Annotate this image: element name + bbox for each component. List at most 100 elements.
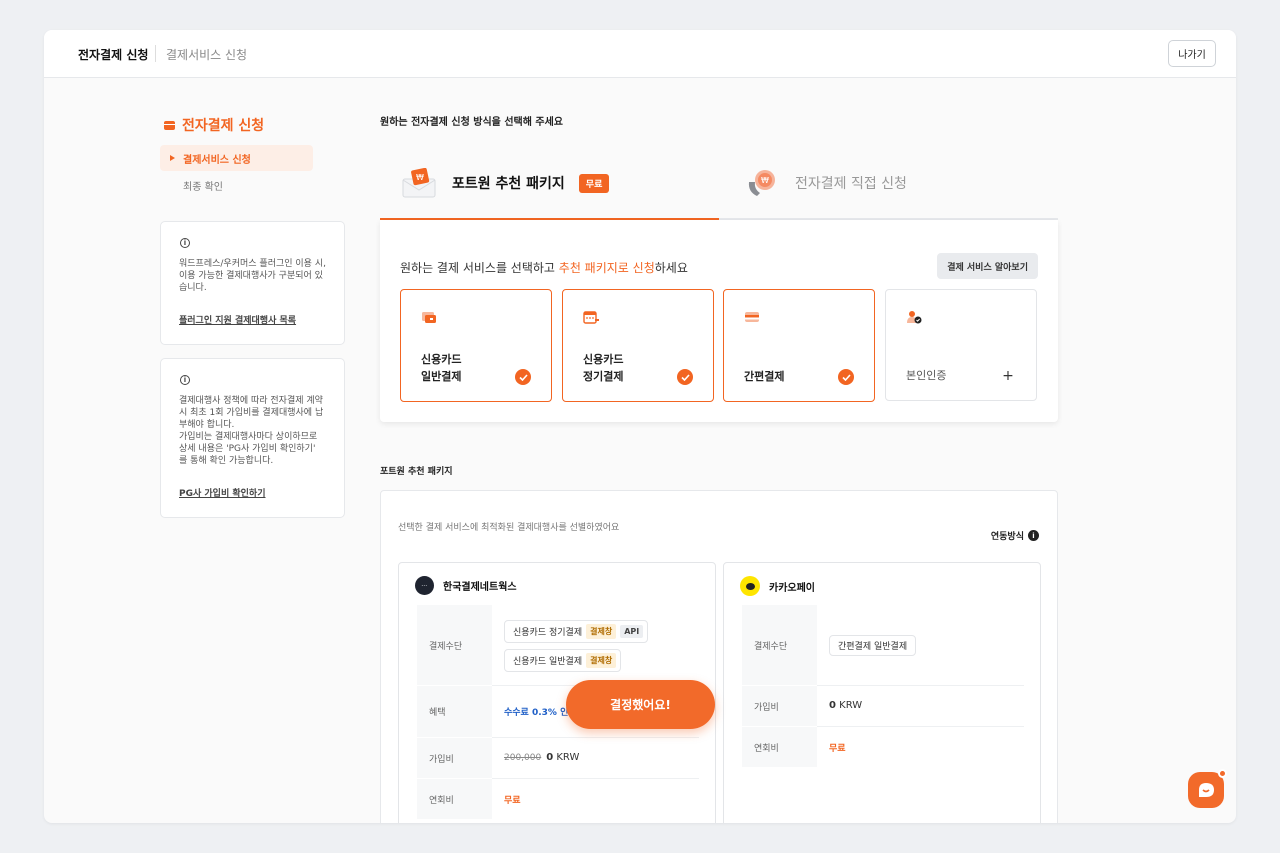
- row-divider: [817, 685, 1024, 686]
- tag-checkout-window: 결제창: [586, 624, 617, 639]
- svg-text:₩: ₩: [416, 173, 424, 182]
- service-line-2: 정기결제: [583, 370, 624, 383]
- annual-fee-value: 무료: [829, 744, 846, 754]
- sidebar-item-service-apply[interactable]: 결제서비스 신청: [160, 145, 313, 171]
- kakao-logo-icon: [740, 576, 760, 596]
- tab-label: 포트원 추천 패키지: [452, 176, 565, 192]
- pg-name: 카카오페이: [769, 582, 815, 594]
- method-name: 신용카드 정기결제: [513, 628, 583, 638]
- service-card-identity-verification[interactable]: 본인인증 +: [885, 289, 1037, 401]
- service-line-2: 일반결제: [421, 370, 462, 383]
- method-name: 간편결제 일반결제: [838, 642, 908, 652]
- tab-direct-apply[interactable]: ₩ 전자결제 직접 신청: [719, 148, 1058, 220]
- method-name: 신용카드 일반결제: [513, 657, 583, 667]
- kg-logo-icon: ···: [415, 576, 434, 595]
- exit-button[interactable]: 나가기: [1168, 40, 1216, 67]
- row-label-method: 결제수단: [417, 605, 492, 685]
- sidebar-heading-label: 전자결제 신청: [182, 118, 265, 134]
- wallet-icon: [745, 312, 759, 322]
- pg-fee-link[interactable]: PG사 가입비 확인하기: [179, 486, 326, 499]
- notification-dot: [1218, 769, 1227, 778]
- tag-checkout-window: 결제창: [586, 653, 617, 668]
- row-label-benefit: 혜택: [417, 686, 492, 737]
- pg-card-header: ··· 한국결제네트웍스: [415, 576, 517, 595]
- fee-original: 200,000: [504, 753, 542, 763]
- service-line-2: 간편결제: [744, 370, 785, 383]
- package-panel: 선택한 결제 서비스에 최적화된 결제대행사를 선별하였어요 연동방식 i ··…: [380, 490, 1058, 823]
- link-mode-info[interactable]: 연동방식 i: [991, 529, 1039, 542]
- method-chips: 간편결제 일반결제: [829, 634, 917, 656]
- service-card-card-general[interactable]: 신용카드 일반결제: [400, 289, 552, 402]
- user-check-icon: [907, 311, 922, 324]
- hand-coin-icon: ₩: [748, 170, 775, 196]
- annual-fee-value: 무료: [504, 796, 521, 806]
- heading-text-end: 하세요: [654, 261, 688, 275]
- info-icon: i: [1028, 530, 1039, 541]
- service-card-label: 신용카드 정기결제: [583, 351, 623, 385]
- info-icon: i: [180, 238, 190, 248]
- tab-recommended-package[interactable]: ₩ 포트원 추천 패키지 무료: [380, 148, 719, 220]
- top-bar: 전자결제 신청 결제서비스 신청 나가기: [44, 30, 1236, 78]
- package-description: 선택한 결제 서비스에 최적화된 결제대행사를 선별하였어요: [398, 523, 620, 533]
- row-label-method: 결제수단: [742, 605, 817, 685]
- fee-amount: 0: [546, 752, 554, 763]
- check-icon: [677, 369, 693, 385]
- pg-fee-info-box: i 결제대행사 정책에 따라 전자결제 계약 시 최초 1회 가입비를 결제대행…: [160, 358, 345, 518]
- row-label-annual: 연회비: [742, 727, 817, 767]
- service-card-card-recurring[interactable]: 신용카드 정기결제: [562, 289, 714, 402]
- envelope-won-icon: ₩: [402, 168, 436, 198]
- plugin-pg-list-link[interactable]: 플러그인 지원 결제대행사 목록: [179, 313, 326, 326]
- method-chip: 신용카드 정기결제 결제창 API: [504, 620, 649, 643]
- page-title: 전자결제 신청: [78, 48, 149, 62]
- app-window: 전자결제 신청 결제서비스 신청 나가기 전자결제 신청 결제서비스 신청 최종…: [44, 30, 1236, 823]
- pg-card-kakaopay: 카카오페이 결제수단 간편결제 일반결제 가입비 0 KRW 연회비 무료: [723, 562, 1041, 823]
- service-card-label: 신용카드 일반결제: [421, 351, 461, 385]
- tag-api: API: [620, 625, 644, 638]
- method-chip: 신용카드 일반결제 결제창: [504, 649, 622, 672]
- check-icon: [838, 369, 854, 385]
- fee-unit: KRW: [556, 752, 580, 763]
- sidebar-item-final-confirm[interactable]: 최종 확인: [183, 178, 223, 193]
- info-icon: i: [180, 375, 190, 385]
- page-subtitle: 결제서비스 신청: [166, 48, 248, 62]
- plugin-info-text: 워드프레스/우커머스 플러그인 이용 시, 이용 가능한 결제대행사가 구분되어…: [179, 259, 326, 293]
- row-divider: [817, 726, 1024, 727]
- caret-right-icon: [170, 155, 175, 161]
- plugin-info-box: i 워드프레스/우커머스 플러그인 이용 시, 이용 가능한 결제대행사가 구분…: [160, 221, 345, 345]
- fee-unit: KRW: [839, 700, 863, 711]
- row-label-fee: 가입비: [742, 686, 817, 726]
- chat-button[interactable]: [1188, 769, 1227, 808]
- tab-label: 전자결제 직접 신청: [795, 176, 907, 192]
- row-divider: [492, 737, 699, 738]
- heading-text: 원하는 결제 서비스를 선택하고: [400, 261, 559, 275]
- service-selection-panel: 원하는 결제 서비스를 선택하고 추천 패키지로 신청하세요 결제 서비스 알아…: [380, 220, 1058, 422]
- row-divider: [492, 778, 699, 779]
- package-section-title: 포트원 추천 패키지: [380, 467, 453, 477]
- link-mode-label: 연동방식: [990, 532, 1024, 542]
- heading-highlight: 추천 패키지로 신청: [558, 261, 655, 275]
- free-badge: 무료: [578, 173, 610, 193]
- wallet-icon: [164, 120, 175, 130]
- chat-smile-icon: [1199, 783, 1214, 797]
- method-chips: 신용카드 정기결제 결제창 API 신용카드 일반결제 결제창: [504, 620, 649, 672]
- sidebar-heading: 전자결제 신청: [164, 115, 264, 135]
- panel-heading: 원하는 결제 서비스를 선택하고 추천 패키지로 신청하세요: [400, 259, 688, 276]
- service-card-easy-pay[interactable]: 간편결제: [723, 289, 875, 402]
- pg-card-header: 카카오페이: [740, 576, 815, 596]
- svg-text:₩: ₩: [761, 176, 769, 185]
- pg-fee-info-text-2: 가입비는 결제대행사마다 상이하므로 상세 내용은 'PG사 가입비 확인하기'…: [179, 432, 318, 466]
- fee-value: 0 KRW: [829, 700, 862, 711]
- service-card-label: 간편결제: [744, 368, 784, 385]
- calendar-icon: [583, 311, 599, 324]
- plus-icon[interactable]: +: [1000, 368, 1016, 384]
- service-line-1: 신용카드: [583, 353, 624, 366]
- card-icon: [422, 312, 436, 323]
- row-label-fee: 가입비: [417, 738, 492, 778]
- decide-button[interactable]: 결정했어요!: [566, 680, 715, 729]
- pg-fee-info-text-1: 결제대행사 정책에 따라 전자결제 계약 시 최초 1회 가입비를 결제대행사에…: [179, 396, 324, 430]
- learn-services-button[interactable]: 결제 서비스 알아보기: [937, 253, 1038, 279]
- service-card-label: 본인인증: [906, 367, 946, 384]
- check-icon: [515, 369, 531, 385]
- row-label-annual: 연회비: [417, 779, 492, 819]
- fee-amount: 0: [829, 700, 836, 711]
